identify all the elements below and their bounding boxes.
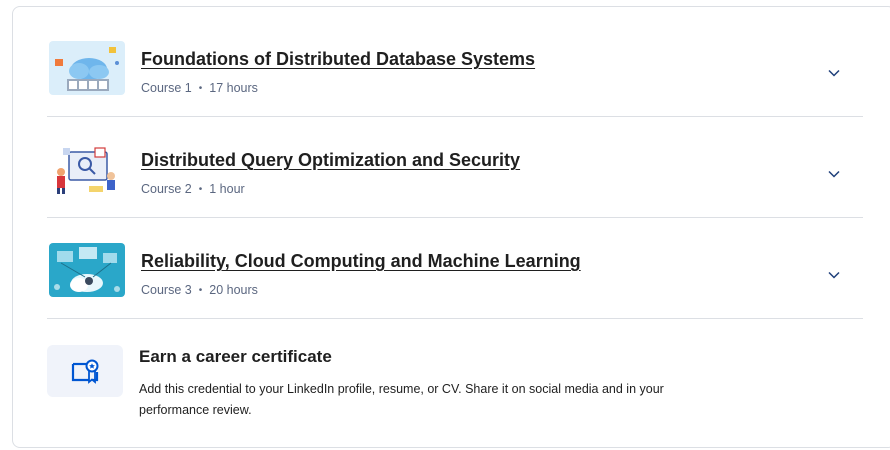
course-3-label: Course 3 [141,283,192,297]
course-list-panel: Foundations of Distributed Database Syst… [12,6,890,448]
course-1-title[interactable]: Foundations of Distributed Database Syst… [141,49,535,70]
course-3-duration: 20 hours [209,283,258,297]
course-1-duration: 17 hours [209,81,258,95]
certificate-icon [71,359,99,384]
course-3-thumbnail [49,243,125,297]
separator-dot-icon: • [198,83,203,94]
course-2-meta: Course 2 • 1 hour [141,182,245,196]
separator-dot-icon: • [198,285,203,296]
chevron-down-icon[interactable] [827,66,841,80]
certificate-icon-box [47,345,123,397]
course-1-label: Course 1 [141,81,192,95]
course-item-1[interactable]: Foundations of Distributed Database Syst… [47,17,863,117]
course-3-meta: Course 3 • 20 hours [141,283,258,297]
course-item-2[interactable]: Distributed Query Optimization and Secur… [47,118,863,218]
certificate-title: Earn a career certificate [139,347,332,366]
course-2-duration: 1 hour [209,182,245,196]
separator-dot-icon: • [198,184,203,195]
course-item-3[interactable]: Reliability, Cloud Computing and Machine… [47,219,863,319]
query-optimization-illustration-icon [49,142,125,196]
course-3-title[interactable]: Reliability, Cloud Computing and Machine… [141,251,581,272]
course-1-thumbnail [49,41,125,95]
course-2-title[interactable]: Distributed Query Optimization and Secur… [141,150,520,171]
course-1-meta: Course 1 • 17 hours [141,81,258,95]
chevron-down-icon[interactable] [827,167,841,181]
cloud-database-illustration-icon [49,41,125,95]
chevron-down-icon[interactable] [827,268,841,282]
course-2-thumbnail [49,142,125,196]
certificate-description: Add this credential to your LinkedIn pro… [139,382,664,417]
career-certificate-section: Earn a career certificate Add this crede… [47,343,863,433]
course-2-label: Course 2 [141,182,192,196]
cloud-computing-illustration-icon [49,243,125,297]
